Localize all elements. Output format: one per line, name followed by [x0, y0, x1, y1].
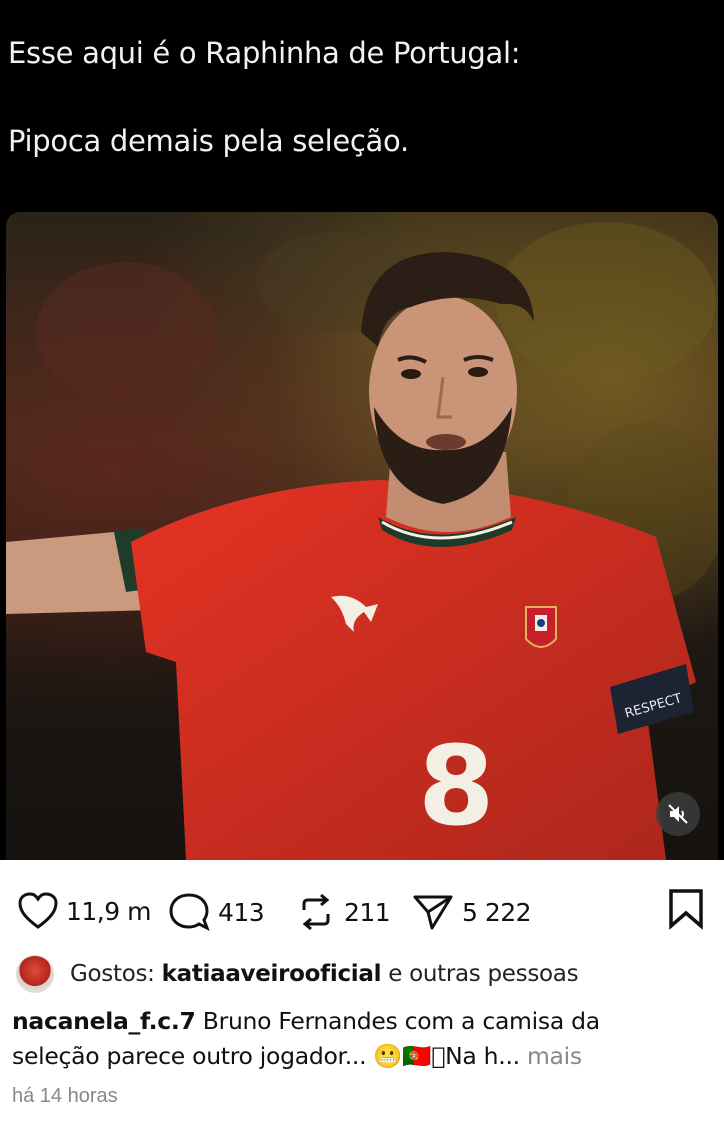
post-actions-bar: 11,9 m 413 211 5 222	[0, 880, 724, 940]
liked-by-prefix: Gostos:	[70, 961, 155, 987]
comment-count: 413	[218, 897, 265, 927]
player-illustration: RESPECT 8	[6, 222, 718, 860]
tweet-text-line-2: Pipoca demais pela seleção.	[8, 124, 409, 158]
send-icon	[413, 895, 453, 930]
mute-button[interactable]	[656, 792, 700, 836]
post-media[interactable]: RESPECT 8	[0, 208, 724, 860]
like-count: 11,9 m	[66, 896, 151, 926]
liked-by-suffix[interactable]: e outras pessoas	[388, 961, 578, 987]
caption-text-line-2: seleção parece outro jogador... 😬🇵🇹􀀀Na h…	[12, 1042, 520, 1070]
tweet-text-line-1: Esse aqui é o Raphinha de Portugal:	[8, 36, 521, 70]
player-photo: RESPECT 8	[6, 212, 718, 860]
like-button[interactable]: 11,9 m	[18, 892, 151, 930]
speaker-muted-icon	[668, 804, 688, 824]
caption-text-line-1: Bruno Fernandes com a camisa da	[202, 1007, 600, 1035]
post-caption: nacanela_f.c.7 Bruno Fernandes com a cam…	[12, 1004, 712, 1074]
comment-button[interactable]: 413	[168, 892, 265, 932]
avatar	[16, 955, 54, 993]
share-button[interactable]: 5 222	[412, 892, 532, 932]
bookmark-icon	[669, 889, 703, 930]
quoted-tweet: Esse aqui é o Raphinha de Portugal: Pipo…	[0, 0, 724, 208]
repost-count: 211	[344, 897, 391, 927]
liked-by-user[interactable]: katiaaveirooficial	[162, 961, 382, 987]
caption-username[interactable]: nacanela_f.c.7	[12, 1007, 196, 1035]
bookmark-button[interactable]	[666, 888, 706, 935]
post-timestamp: há 14 horas	[12, 1085, 118, 1107]
jersey-number: 8	[418, 722, 495, 850]
repost-button[interactable]: 211	[296, 892, 391, 932]
caption-more-link[interactable]: mais	[527, 1042, 582, 1070]
heart-icon	[18, 892, 58, 929]
share-count: 5 222	[462, 897, 532, 927]
repost-icon	[302, 893, 330, 931]
comment-icon	[169, 893, 210, 932]
liked-by-row[interactable]: Gostos: katiaaveirooficial e outras pess…	[16, 954, 579, 994]
